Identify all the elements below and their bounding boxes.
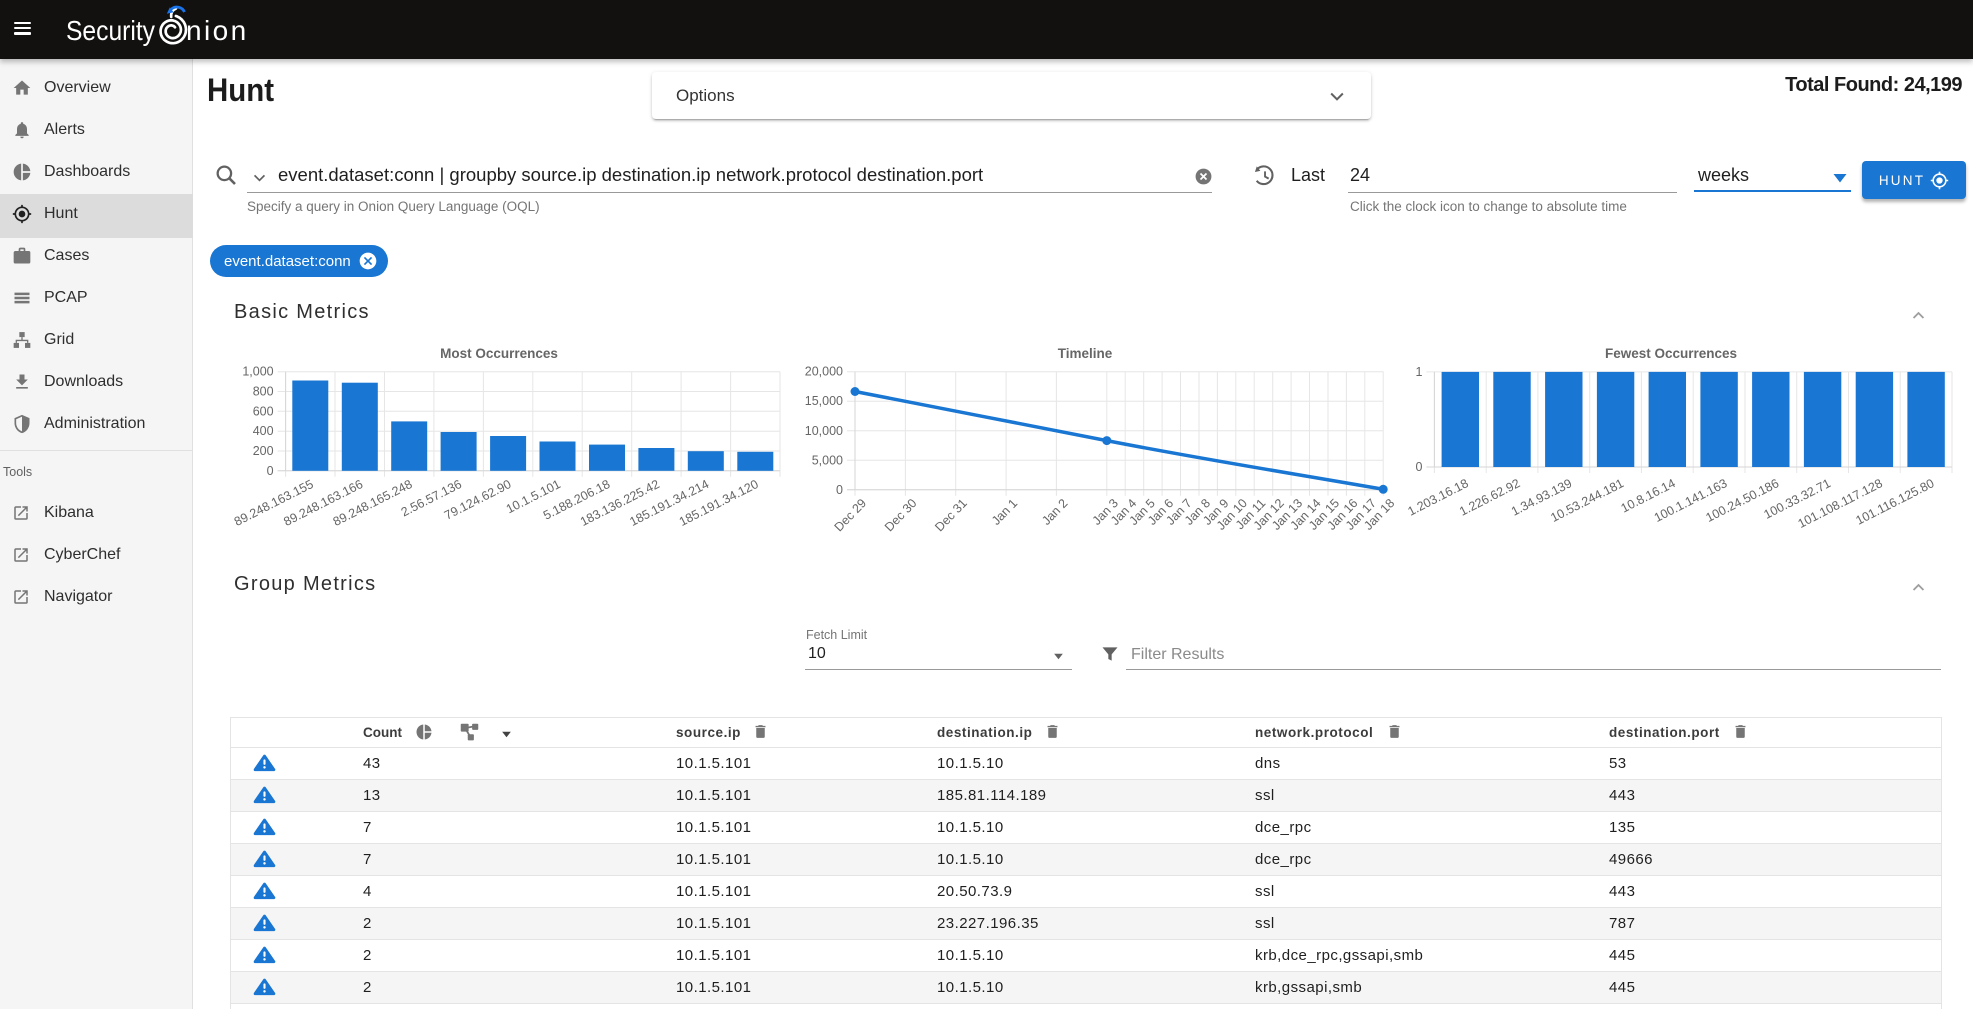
svg-text:200: 200 [253,444,274,458]
svg-text:Dec 30: Dec 30 [882,496,920,534]
svg-text:Jan 1: Jan 1 [989,496,1020,528]
svg-text:5,000: 5,000 [812,453,843,467]
svg-text:0: 0 [1415,460,1422,474]
svg-text:0: 0 [267,464,274,478]
svg-text:Fewest Occurrences: Fewest Occurrences [1605,346,1737,361]
svg-text:600: 600 [253,404,274,418]
svg-text:1,000: 1,000 [242,365,273,379]
svg-text:Most Occurrences: Most Occurrences [440,346,558,361]
svg-text:Jan 2: Jan 2 [1039,496,1070,528]
svg-text:1: 1 [1415,365,1422,379]
svg-text:Dec 31: Dec 31 [932,496,970,534]
svg-text:89.248.163.155: 89.248.163.155 [232,477,316,529]
svg-text:0: 0 [836,483,843,497]
svg-text:800: 800 [253,385,274,399]
svg-text:10,000: 10,000 [805,424,843,438]
svg-text:Dec 29: Dec 29 [832,496,870,534]
svg-text:20,000: 20,000 [805,365,843,379]
svg-text:15,000: 15,000 [805,394,843,408]
svg-text:Timeline: Timeline [1058,346,1113,361]
svg-text:400: 400 [253,424,274,438]
